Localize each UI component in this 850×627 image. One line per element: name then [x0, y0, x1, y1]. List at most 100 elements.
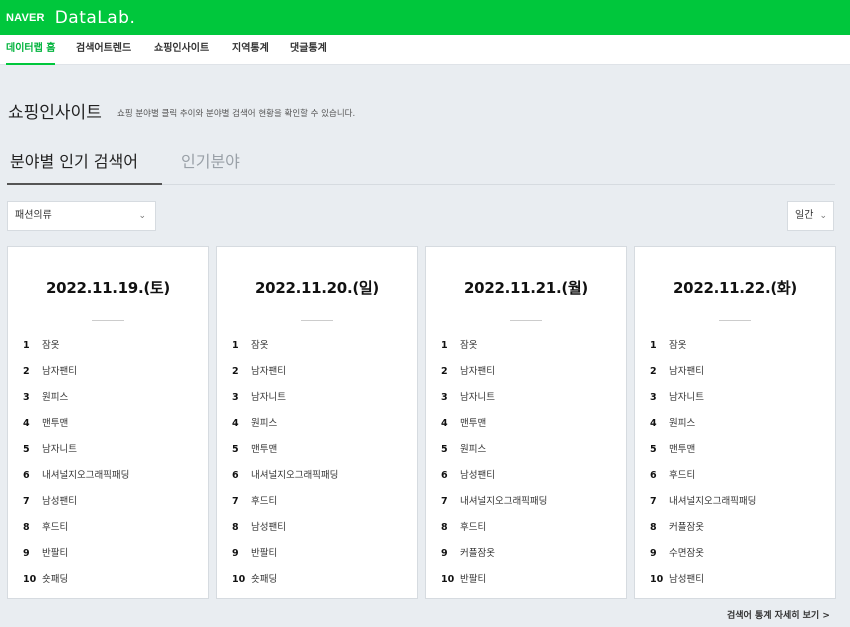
- ranking-item[interactable]: 8 후드티: [23, 519, 68, 535]
- nav-shopping-insight[interactable]: 쇼핑인사이트: [154, 35, 209, 65]
- rank-keyword[interactable]: 숏패딩: [251, 574, 277, 585]
- rank-keyword[interactable]: 맨투맨: [42, 418, 68, 429]
- rank-keyword[interactable]: 맨투맨: [669, 444, 695, 455]
- naver-logo[interactable]: NAVER: [6, 12, 45, 24]
- rank-keyword[interactable]: 잠옷: [669, 340, 686, 351]
- rank-keyword[interactable]: 잠옷: [42, 340, 59, 351]
- datalab-logo[interactable]: DataLab.: [55, 8, 136, 28]
- ranking-item[interactable]: 3 남자니트: [650, 389, 704, 405]
- rank-keyword[interactable]: 내셔널지오그래픽패딩: [669, 496, 756, 507]
- rank-keyword[interactable]: 남성팬티: [42, 496, 77, 507]
- ranking-item[interactable]: 7 내셔널지오그래픽패딩: [650, 493, 756, 509]
- rank-keyword[interactable]: 잠옷: [251, 340, 268, 351]
- ranking-item[interactable]: 1 잠옷: [650, 337, 686, 353]
- rank-keyword[interactable]: 원피스: [42, 392, 68, 403]
- rank-keyword[interactable]: 남자니트: [42, 444, 77, 455]
- keyword-stats-detail-link[interactable]: 검색어 통계 자세히 보기 >: [727, 608, 830, 621]
- rank-keyword[interactable]: 내셔널지오그래픽패딩: [251, 470, 338, 481]
- rank-keyword[interactable]: 남성팬티: [460, 470, 495, 481]
- ranking-item[interactable]: 5 맨투맨: [232, 441, 277, 457]
- ranking-item[interactable]: 8 커플잠옷: [650, 519, 704, 535]
- rank-keyword[interactable]: 원피스: [669, 418, 695, 429]
- ranking-item[interactable]: 6 내셔널지오그래픽패딩: [232, 467, 338, 483]
- ranking-item[interactable]: 6 후드티: [650, 467, 695, 483]
- rank-keyword[interactable]: 내셔널지오그래픽패딩: [460, 496, 547, 507]
- nav-search-trend[interactable]: 검색어트렌드: [76, 35, 131, 65]
- ranking-item[interactable]: 2 남자팬티: [23, 363, 77, 379]
- period-select[interactable]: 일간 ⌄: [787, 201, 834, 231]
- nav-regional-stats[interactable]: 지역통계: [232, 35, 269, 65]
- chevron-down-icon: ⌄: [138, 211, 146, 221]
- rank-number: 10: [441, 574, 455, 585]
- ranking-item[interactable]: 10 숏패딩: [23, 571, 68, 587]
- rank-number: 5: [232, 444, 239, 455]
- rank-keyword[interactable]: 맨투맨: [460, 418, 486, 429]
- rank-keyword[interactable]: 반팔티: [460, 574, 486, 585]
- rank-keyword[interactable]: 남자팬티: [251, 366, 286, 377]
- rank-keyword[interactable]: 커플잠옷: [460, 548, 495, 559]
- ranking-item[interactable]: 6 내셔널지오그래픽패딩: [23, 467, 129, 483]
- rank-keyword[interactable]: 원피스: [460, 444, 486, 455]
- ranking-item[interactable]: 9 커플잠옷: [441, 545, 495, 561]
- ranking-item[interactable]: 9 반팔티: [232, 545, 277, 561]
- ranking-item[interactable]: 10 남성팬티: [650, 571, 704, 587]
- rank-keyword[interactable]: 커플잠옷: [669, 522, 704, 533]
- ranking-item[interactable]: 5 원피스: [441, 441, 486, 457]
- rank-keyword[interactable]: 반팔티: [251, 548, 277, 559]
- ranking-item[interactable]: 1 잠옷: [23, 337, 59, 353]
- ranking-item[interactable]: 2 남자팬티: [441, 363, 495, 379]
- ranking-item[interactable]: 7 남성팬티: [23, 493, 77, 509]
- ranking-item[interactable]: 10 반팔티: [441, 571, 486, 587]
- rank-keyword[interactable]: 수면잠옷: [669, 548, 704, 559]
- rank-keyword[interactable]: 후드티: [251, 496, 277, 507]
- ranking-item[interactable]: 2 남자팬티: [650, 363, 704, 379]
- rank-number: 1: [441, 340, 448, 351]
- ranking-item[interactable]: 2 남자팬티: [232, 363, 286, 379]
- rank-keyword[interactable]: 남자니트: [251, 392, 286, 403]
- ranking-item[interactable]: 8 남성팬티: [232, 519, 286, 535]
- ranking-item[interactable]: 3 남자니트: [441, 389, 495, 405]
- ranking-item[interactable]: 7 후드티: [232, 493, 277, 509]
- rank-number: 8: [650, 522, 657, 533]
- ranking-item[interactable]: 4 맨투맨: [23, 415, 68, 431]
- rank-number: 7: [232, 496, 239, 507]
- ranking-item[interactable]: 1 잠옷: [441, 337, 477, 353]
- ranking-item[interactable]: 1 잠옷: [232, 337, 268, 353]
- ranking-item[interactable]: 5 맨투맨: [650, 441, 695, 457]
- ranking-item[interactable]: 9 반팔티: [23, 545, 68, 561]
- rank-keyword[interactable]: 남성팬티: [251, 522, 286, 533]
- ranking-item[interactable]: 6 남성팬티: [441, 467, 495, 483]
- ranking-item[interactable]: 10 숏패딩: [232, 571, 277, 587]
- rank-keyword[interactable]: 맨투맨: [251, 444, 277, 455]
- rank-keyword[interactable]: 남자팬티: [669, 366, 704, 377]
- ranking-item[interactable]: 4 맨투맨: [441, 415, 486, 431]
- ranking-item[interactable]: 9 수면잠옷: [650, 545, 704, 561]
- rank-keyword[interactable]: 남자니트: [669, 392, 704, 403]
- rank-keyword[interactable]: 후드티: [460, 522, 486, 533]
- ranking-item[interactable]: 3 남자니트: [232, 389, 286, 405]
- nav-datalab-home[interactable]: 데이터랩 홈: [6, 35, 56, 65]
- rank-keyword[interactable]: 남성팬티: [669, 574, 704, 585]
- rank-keyword[interactable]: 반팔티: [42, 548, 68, 559]
- rank-keyword[interactable]: 잠옷: [460, 340, 477, 351]
- rank-keyword[interactable]: 남자팬티: [42, 366, 77, 377]
- ranking-item[interactable]: 4 원피스: [232, 415, 277, 431]
- ranking-item[interactable]: 5 남자니트: [23, 441, 77, 457]
- nav-comment-stats[interactable]: 댓글통계: [290, 35, 327, 65]
- ranking-item[interactable]: 8 후드티: [441, 519, 486, 535]
- rank-keyword[interactable]: 후드티: [42, 522, 68, 533]
- tab-popular-fields[interactable]: 인기분야: [181, 148, 240, 172]
- rank-keyword[interactable]: 후드티: [669, 470, 695, 481]
- ranking-item[interactable]: 7 내셔널지오그래픽패딩: [441, 493, 547, 509]
- rank-keyword[interactable]: 남자니트: [460, 392, 495, 403]
- rank-number: 7: [441, 496, 448, 507]
- rank-keyword[interactable]: 원피스: [251, 418, 277, 429]
- tab-popular-keywords[interactable]: 분야별 인기 검색어: [10, 148, 138, 172]
- ranking-item[interactable]: 3 원피스: [23, 389, 68, 405]
- rank-keyword[interactable]: 남자팬티: [460, 366, 495, 377]
- rank-keyword[interactable]: 숏패딩: [42, 574, 68, 585]
- ranking-item[interactable]: 4 원피스: [650, 415, 695, 431]
- ranking-card: 2022.11.20.(일) 1 잠옷 2 남자팬티 3 남자니트 4 원피스 5 맨투맨 6 내셔널지…: [216, 246, 418, 599]
- category-select[interactable]: 패션의류 ⌄: [7, 201, 156, 231]
- rank-keyword[interactable]: 내셔널지오그래픽패딩: [42, 470, 129, 481]
